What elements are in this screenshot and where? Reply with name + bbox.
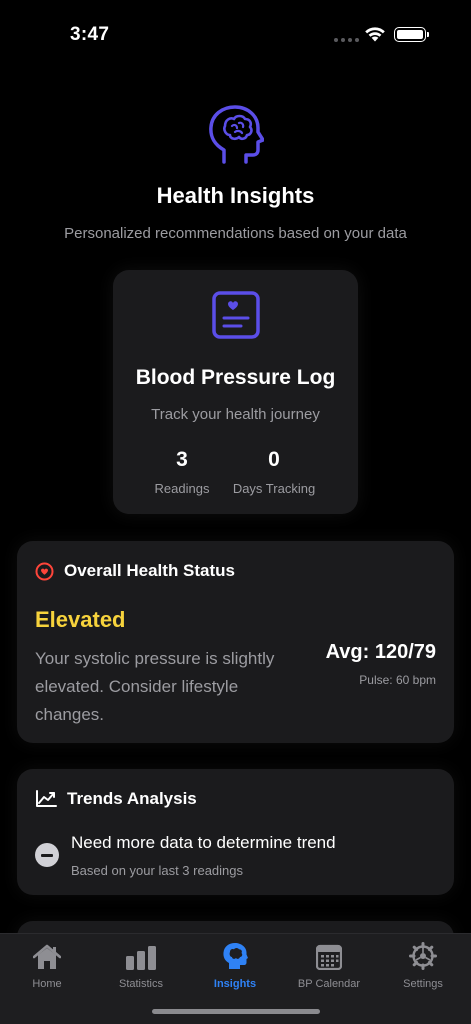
insights-screen: 3:47 Health Insights Personalized recomm…	[0, 0, 471, 1024]
days-tracking-count: 0	[268, 448, 280, 471]
tab-bp-calendar[interactable]: BP Calendar	[282, 940, 376, 990]
trend-message: Need more data to determine trend	[71, 833, 336, 852]
tab-home-label: Home	[32, 978, 62, 990]
tab-bp-calendar-label: BP Calendar	[297, 978, 361, 990]
brain-head-icon	[209, 105, 264, 164]
tab-insights-label: Insights	[213, 978, 257, 990]
battery-icon	[394, 27, 429, 42]
gear-icon	[409, 942, 437, 970]
days-tracking-label: Days Tracking	[232, 481, 316, 496]
tab-statistics-label: Statistics	[118, 978, 163, 990]
tab-settings-label: Settings	[403, 978, 443, 990]
status-time: 3:47	[70, 24, 110, 45]
home-indicator[interactable]	[152, 1009, 320, 1014]
tab-settings[interactable]: Settings	[376, 940, 470, 990]
heart-circle-icon	[35, 562, 54, 580]
page-title: Health Insights	[156, 183, 315, 208]
house-icon	[33, 944, 61, 969]
health-status-title: Overall Health Status	[64, 561, 236, 580]
trends-header: Trends Analysis	[35, 789, 197, 809]
overall-health-status-card: Overall Health Status Elevated Your syst…	[17, 541, 454, 743]
minus-circle-icon	[35, 843, 59, 867]
calendar-icon	[316, 944, 342, 970]
trend-message-row: Need more data to determine trend Based …	[35, 833, 336, 878]
health-status-level: Elevated	[35, 607, 126, 632]
brain-head-icon	[223, 943, 248, 969]
blood-pressure-log-card[interactable]: Blood Pressure Log Track your health jou…	[113, 270, 358, 514]
average-reading: Avg: 120/79	[325, 641, 436, 663]
trends-analysis-card: Trends Analysis Need more data to determ…	[17, 769, 454, 895]
trend-chart-icon	[36, 790, 57, 807]
page-subtitle: Personalized recommendations based on yo…	[64, 225, 407, 242]
trend-detail: Based on your last 3 readings	[71, 863, 243, 878]
wifi-icon	[365, 27, 385, 42]
readings-label: Readings	[154, 481, 210, 496]
bar-chart-icon	[126, 946, 156, 970]
health-status-description: Your systolic pressure is slightly eleva…	[35, 649, 275, 724]
trends-title: Trends Analysis	[67, 789, 197, 808]
signal-dots-icon	[334, 38, 359, 42]
tab-home[interactable]: Home	[0, 940, 94, 990]
readings-count: 3	[176, 448, 188, 471]
status-bar: 3:47	[0, 0, 471, 60]
readings-stat: 3 Readings	[143, 448, 221, 496]
log-card-title: Blood Pressure Log	[135, 366, 336, 389]
log-card-subtitle: Track your health journey	[151, 406, 320, 423]
pulse-reading: Pulse: 60 bpm	[359, 673, 436, 687]
tab-statistics[interactable]: Statistics	[94, 940, 188, 990]
tab-insights[interactable]: Insights	[188, 940, 282, 990]
days-tracking-stat: 0 Days Tracking	[229, 448, 319, 496]
heart-clipboard-icon	[212, 291, 260, 339]
health-status-header: Overall Health Status	[35, 561, 235, 581]
